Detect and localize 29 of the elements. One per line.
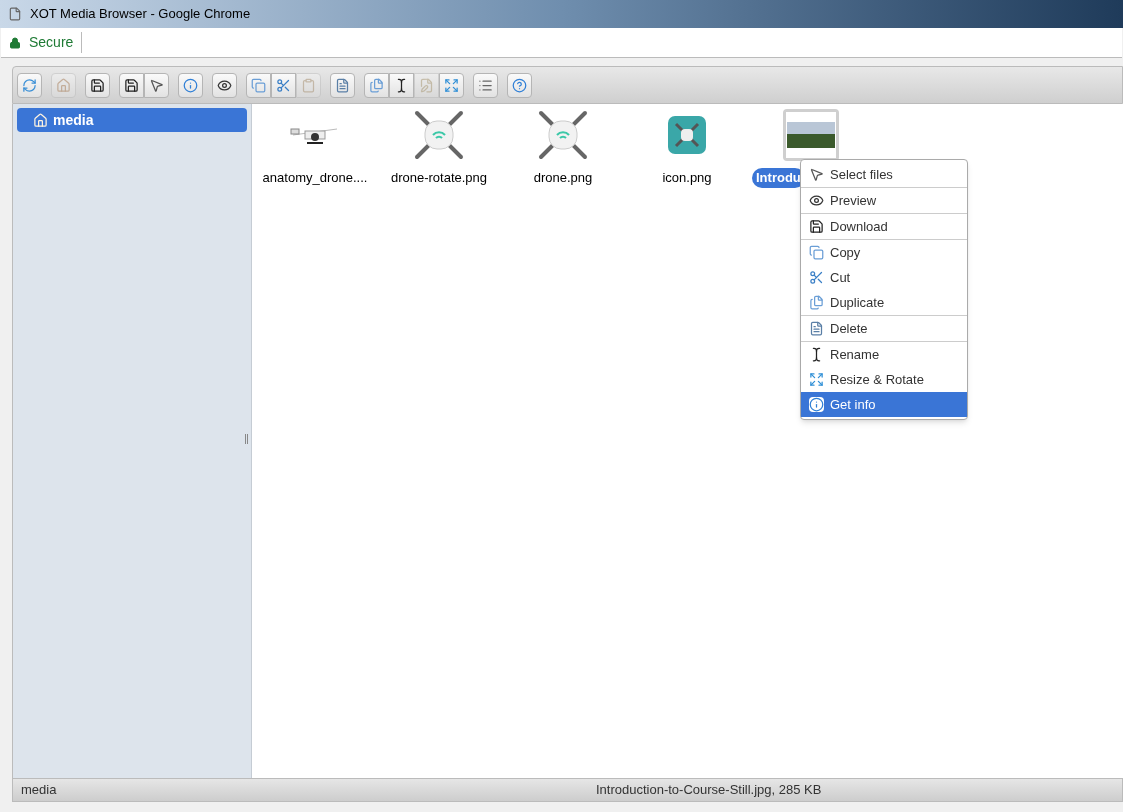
status-selection: Introduction-to-Course-Still.jpg, 285 KB [596,781,822,800]
menu-item[interactable]: Preview [801,188,967,213]
menu-label: Cut [830,268,851,287]
menu-item[interactable]: Get info [801,392,967,417]
security-label: Secure [29,32,83,53]
menu-label: Preview [830,191,877,210]
menu-label: Delete [830,319,868,338]
menu-item[interactable]: Duplicate [801,290,967,315]
menu-item[interactable]: Rename [801,342,967,367]
menu-label: Copy [830,243,861,262]
menu-label: Select files [830,165,893,184]
file-name[interactable]: icon.png [657,168,717,188]
file-name[interactable]: drone.png [528,168,598,188]
folder-label: media [53,110,94,130]
menu-item[interactable]: Cut [801,265,967,290]
window-title: XOT Media Browser - Google Chrome [30,5,251,24]
menu-item[interactable]: Copy [801,240,967,265]
menu-item[interactable]: Resize & Rotate [801,367,967,392]
file-name[interactable]: drone-rotate.png [385,168,493,188]
menu-label: Duplicate [830,293,885,312]
menu-label: Download [830,217,888,236]
menu-label: Resize & Rotate [830,370,924,389]
menu-item[interactable]: Delete [801,316,967,341]
folder-item[interactable]: media [17,108,247,132]
menu-label: Rename [830,345,880,364]
menu-item[interactable]: Download [801,214,967,239]
status-path: media [21,781,58,800]
menu-label: Get info [830,395,876,414]
file-name[interactable]: anatomy_drone.... [257,168,373,188]
